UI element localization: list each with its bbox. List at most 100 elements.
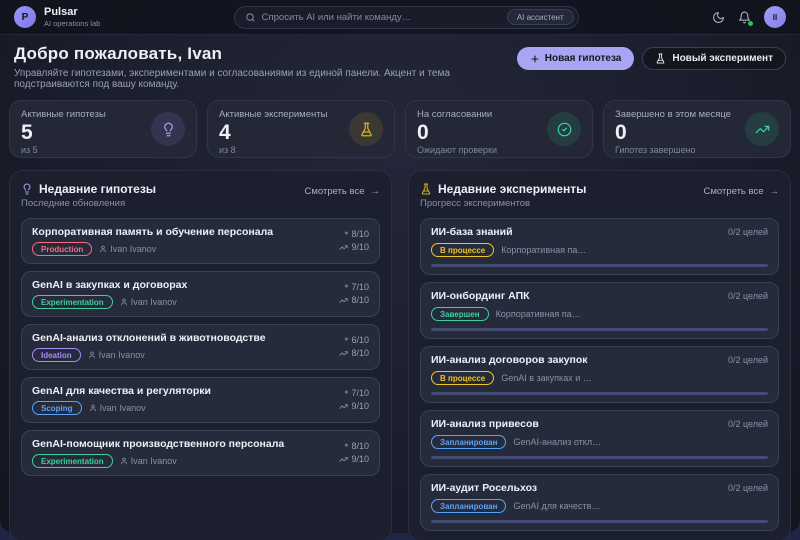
dot-icon: ● (344, 336, 349, 344)
experiment-row[interactable]: ИИ-онбординг АПК 0/2 целей Завершен Корп… (420, 282, 779, 339)
hypothesis-row[interactable]: GenAI-помощник производственного персона… (21, 430, 380, 476)
owner: Ivan Ivanov (89, 403, 146, 413)
experiment-desc: GenAI-анализ откл… (513, 437, 602, 447)
stage-badge: Ideation (32, 348, 81, 362)
experiment-row[interactable]: ИИ-анализ договоров закупок 0/2 целей В … (420, 346, 779, 403)
stat-card-completed-month[interactable]: Завершено в этом месяце 0 Гипотез заверш… (603, 100, 791, 158)
experiment-goals: 0/2 целей (727, 291, 768, 301)
status-badge: Завершен (431, 307, 489, 321)
experiment-desc: Корпоративная па… (501, 245, 587, 255)
logo-icon: P (14, 6, 36, 28)
lightbulb-icon (21, 183, 33, 195)
hypothesis-title: GenAI-анализ отклонений в животноводстве (32, 332, 266, 344)
progress-bar (431, 264, 768, 267)
hypothesis-row[interactable]: Корпоративная память и обучение персонал… (21, 218, 380, 264)
experiment-title: ИИ-анализ привесов (431, 418, 539, 430)
status-badge: Запланирован (431, 435, 507, 449)
experiment-row[interactable]: ИИ-аудит Росельхоз 0/2 целей Запланирова… (420, 474, 779, 531)
experiment-goals: 0/2 целей (727, 355, 768, 365)
status-badge: В процессе (431, 371, 495, 385)
app-name: Pulsar (44, 6, 78, 19)
stat-card-active-experiments[interactable]: Активные эксперименты 4 из 8 (207, 100, 395, 158)
page-subtitle: Управляйте гипотезами, экспериментами и … (14, 68, 450, 90)
new-experiment-button[interactable]: Новый эксперимент (642, 47, 786, 70)
arrow-right-icon: → (769, 186, 780, 197)
stage-badge: Experimentation (32, 454, 113, 468)
progress-bar (431, 392, 768, 395)
flask-icon (655, 53, 666, 64)
hypothesis-row[interactable]: GenAI для качества и регуляторки Scoping… (21, 377, 380, 423)
welcome-section: Добро пожаловать, Ivan Управляйте гипоте… (0, 35, 800, 97)
trending-up-icon (339, 349, 349, 358)
hypothesis-title: GenAI-помощник производственного персона… (32, 438, 285, 450)
status-badge: Запланирован (431, 499, 507, 513)
experiment-title: ИИ-аудит Росельхоз (431, 482, 538, 494)
owner: Ivan Ivanov (88, 350, 145, 360)
stage-badge: Experimentation (32, 295, 113, 309)
hypothesis-title: GenAI для качества и регуляторки (32, 385, 211, 397)
hypothesis-scores: ● 7/10 9/10 (339, 387, 369, 413)
stage-badge: Production (32, 242, 93, 256)
user-avatar[interactable]: II (764, 6, 786, 28)
progress-bar (431, 520, 768, 523)
view-all-hypotheses-link[interactable]: Смотреть все → (305, 186, 380, 197)
page-title: Добро пожаловать, Ivan (14, 44, 223, 63)
notifications-button[interactable] (738, 11, 753, 26)
panel-title: Недавние гипотезы (39, 182, 157, 196)
theme-toggle-button[interactable] (712, 11, 725, 24)
arrow-right-icon: → (370, 186, 381, 197)
trending-up-icon (339, 402, 349, 411)
hypothesis-row[interactable]: GenAI в закупках и договорах Experimenta… (21, 271, 380, 317)
trending-up-icon (339, 243, 349, 252)
experiments-list: ИИ-база знаний 0/2 целей В процессе Корп… (420, 218, 779, 531)
stats-row: Активные гипотезы 5 из 5 Активные экспер… (0, 97, 800, 158)
dot-icon: ● (344, 283, 349, 291)
hypothesis-scores: ● 8/10 9/10 (339, 228, 369, 254)
experiment-goals: 0/2 целей (727, 227, 768, 237)
search-input[interactable] (261, 11, 501, 23)
experiment-row[interactable]: ИИ-база знаний 0/2 целей В процессе Корп… (420, 218, 779, 275)
stat-card-active-hypotheses[interactable]: Активные гипотезы 5 из 5 (9, 100, 197, 158)
experiment-row[interactable]: ИИ-анализ привесов 0/2 целей Запланирова… (420, 410, 779, 467)
status-badge: В процессе (431, 243, 495, 257)
stat-card-pending-approval[interactable]: На согласовании 0 Ожидают проверки (405, 100, 593, 158)
check-circle-icon (547, 112, 581, 146)
search-icon (245, 12, 256, 23)
experiment-title: ИИ-анализ договоров закупок (431, 354, 588, 366)
hypotheses-list: Корпоративная память и обучение персонал… (21, 218, 380, 476)
hypothesis-title: Корпоративная память и обучение персонал… (32, 226, 274, 238)
recent-experiments-panel: Недавние эксперименты Прогресс экспериме… (408, 170, 791, 540)
user-icon (120, 298, 128, 306)
app-subtitle: AI operations lab (44, 18, 101, 28)
experiment-goals: 0/2 целей (727, 483, 768, 493)
hypothesis-row[interactable]: GenAI-анализ отклонений в животноводстве… (21, 324, 380, 370)
dot-icon: ● (344, 442, 349, 450)
moon-icon (712, 11, 725, 24)
hypothesis-scores: ● 8/10 9/10 (339, 440, 369, 466)
plus-icon (530, 54, 540, 64)
progress-bar (431, 328, 768, 331)
trending-up-icon (745, 112, 779, 146)
owner: Ivan Ivanov (120, 297, 177, 307)
user-icon (89, 404, 97, 412)
trending-up-icon (339, 455, 349, 464)
user-icon (88, 351, 96, 359)
hypothesis-scores: ● 7/10 8/10 (339, 281, 369, 307)
panel-title: Недавние эксперименты (438, 182, 587, 196)
dot-icon: ● (344, 389, 349, 397)
search-bar[interactable]: AI ассистент (233, 5, 579, 29)
app-window: P Pulsar AI operations lab AI ассистент (0, 0, 800, 540)
ai-assistant-badge[interactable]: AI ассистент (506, 9, 574, 25)
top-bar: P Pulsar AI operations lab AI ассистент (0, 0, 800, 35)
experiment-goals: 0/2 целей (727, 419, 768, 429)
experiment-title: ИИ-онбординг АПК (431, 290, 530, 302)
dot-icon: ● (344, 230, 349, 238)
view-all-experiments-link[interactable]: Смотреть все → (704, 186, 779, 197)
hypothesis-title: GenAI в закупках и договорах (32, 279, 188, 291)
experiment-desc: GenAI для качеств… (513, 501, 601, 511)
stage-badge: Scoping (32, 401, 82, 415)
app-logo: P Pulsar AI operations lab (14, 6, 100, 28)
new-hypothesis-button[interactable]: Новая гипотеза (516, 47, 635, 70)
user-icon (120, 457, 128, 465)
flask-icon (349, 112, 383, 146)
